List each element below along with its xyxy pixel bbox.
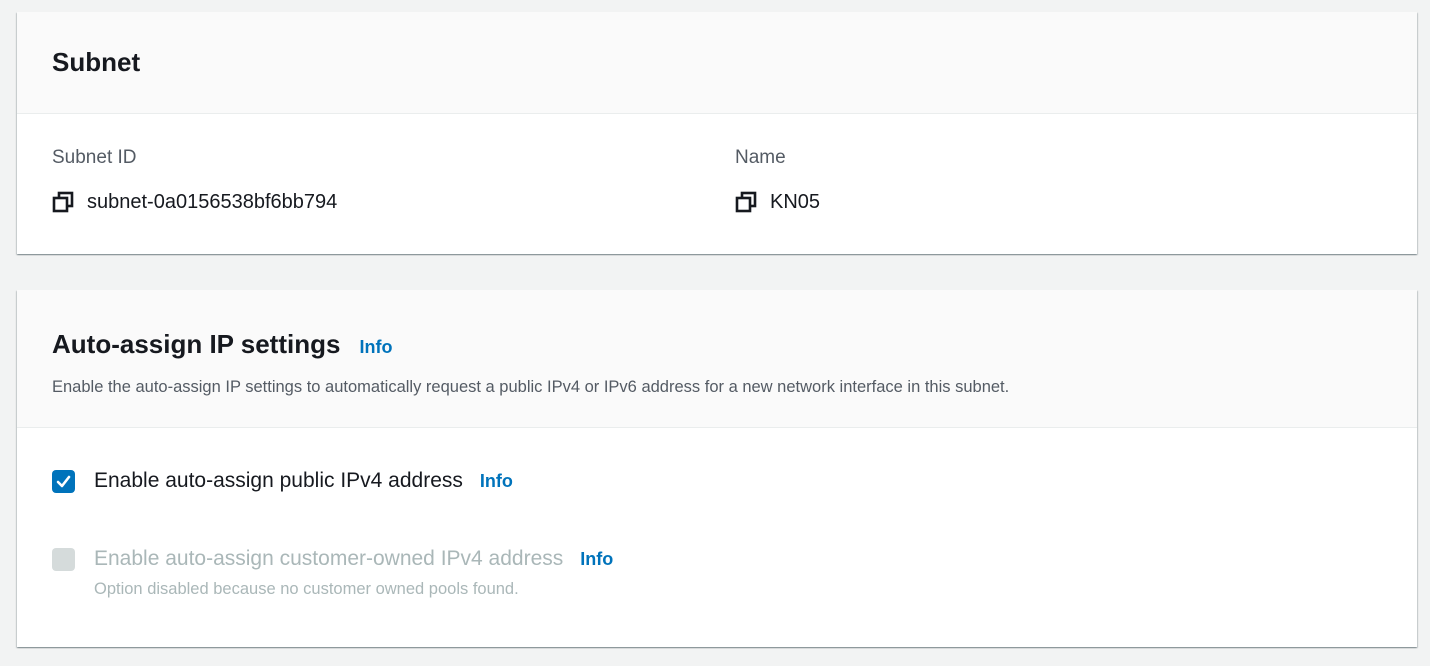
subnet-id-value: subnet-0a0156538bf6bb794 [87, 191, 338, 213]
subnet-panel-title: Subnet [52, 47, 141, 77]
auto-assign-title-row: Auto-assign IP settings Info [52, 328, 1382, 360]
subnet-name-field: Name KN05 [735, 145, 820, 215]
public-ipv4-label: Enable auto-assign public IPv4 address In… [94, 469, 513, 492]
customer-owned-ipv4-helper: Option disabled because no customer owne… [94, 580, 519, 598]
public-ipv4-checkbox[interactable] [52, 470, 75, 493]
subnet-name-value-row: KN05 [735, 189, 820, 215]
copy-icon[interactable] [735, 191, 757, 213]
copy-icon[interactable] [52, 191, 74, 213]
customer-owned-ipv4-checkbox [52, 548, 75, 571]
customer-owned-ipv4-info-link[interactable]: Info [580, 549, 613, 569]
public-ipv4-label-text: Enable auto-assign public IPv4 address [94, 469, 463, 492]
auto-assign-panel: Auto-assign IP settings Info Enable the … [17, 290, 1417, 647]
subnet-id-value-row: subnet-0a0156538bf6bb794 [52, 189, 337, 215]
subnet-id-label: Subnet ID [52, 147, 137, 168]
subnet-name-value: KN05 [770, 191, 821, 213]
customer-owned-ipv4-label: Enable auto-assign customer-owned IPv4 a… [94, 547, 613, 570]
public-ipv4-info-link[interactable]: Info [480, 471, 513, 491]
auto-assign-panel-title: Auto-assign IP settings [52, 329, 341, 359]
customer-owned-ipv4-option: Enable auto-assign customer-owned IPv4 a… [52, 546, 613, 600]
auto-assign-description: Enable the auto-assign IP settings to au… [52, 378, 1010, 396]
subnet-panel-header: Subnet [17, 12, 1417, 114]
customer-owned-ipv4-label-text: Enable auto-assign customer-owned IPv4 a… [94, 547, 564, 570]
auto-assign-panel-header: Auto-assign IP settings Info Enable the … [17, 290, 1417, 428]
subnet-panel: Subnet Subnet ID subnet-0a0156538bf6bb79… [17, 12, 1417, 254]
public-ipv4-option: Enable auto-assign public IPv4 address In… [52, 468, 513, 494]
auto-assign-info-link[interactable]: Info [359, 337, 392, 358]
checkmark-icon [56, 475, 71, 488]
subnet-name-label: Name [735, 147, 786, 168]
subnet-id-field: Subnet ID subnet-0a0156538bf6bb794 [52, 145, 337, 215]
